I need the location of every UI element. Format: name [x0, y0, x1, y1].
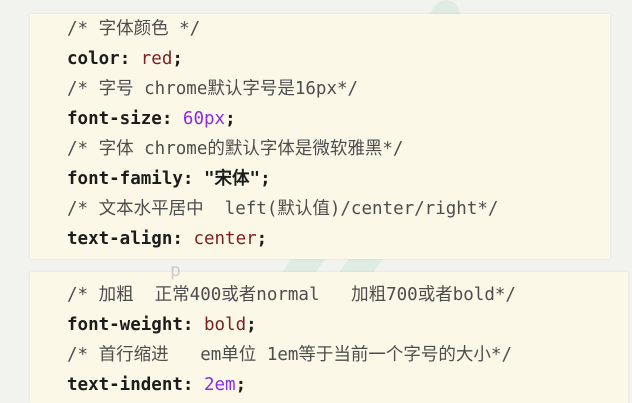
css-declaration-line: text-align: center;: [67, 224, 267, 254]
comment-text: /* 字号 chrome默认字号是16px*/: [67, 79, 359, 99]
comment-text: /* 文本水平居中 left(默认值)/center/right*/: [67, 199, 499, 219]
comment-text: /* 首行缩进 em单位 1em等于当前一个字号的大小*/: [67, 345, 513, 365]
css-property-value: "宋体": [203, 169, 261, 189]
code-comment-line: /* 加粗 正常400或者normal 加粗700或者bold*/: [67, 280, 516, 310]
semicolon: ;: [260, 169, 271, 189]
comment-text: /* 字体颜色 */: [67, 19, 201, 39]
css-property-name: font-family: [67, 169, 183, 189]
code-comment-line: /* 字号 chrome默认字号是16px*/: [67, 74, 358, 104]
css-declaration-line: font-family: "宋体";: [67, 164, 271, 194]
css-declaration-line: font-size: 60px;: [67, 104, 236, 134]
colon-separator: :: [161, 109, 183, 129]
css-declaration-line: font-weight: bold;: [67, 310, 257, 340]
comment-text: /* 加粗 正常400或者normal 加粗700或者bold*/: [67, 285, 516, 305]
css-property-value: 2em: [203, 375, 236, 395]
comment-text: /* 字体 chrome的默认字体是微软雅黑*/: [67, 139, 404, 159]
semicolon: ;: [256, 229, 268, 249]
colon-separator: :: [182, 315, 204, 335]
code-comment-line: /* 字体颜色 */: [67, 14, 200, 44]
code-comment-line: /* 首行缩进 em单位 1em等于当前一个字号的大小*/: [67, 340, 512, 370]
css-declaration-line: color: red;: [67, 44, 183, 74]
semicolon: ;: [246, 315, 257, 335]
colon-separator: :: [182, 375, 204, 395]
code-comment-line: /* 字体 chrome的默认字体是微软雅黑*/: [67, 134, 403, 164]
code-comment-line: /* 文本水平居中 left(默认值)/center/right*/: [67, 194, 498, 224]
colon-separator: :: [172, 229, 194, 249]
css-property-name: color: [67, 49, 120, 69]
semicolon: ;: [172, 49, 183, 69]
code-snippet-top: /* 字体颜色 */ color: red; /* 字号 chrome默认字号是16…: [30, 14, 610, 259]
css-property-value: 60px: [182, 109, 226, 129]
code-snippet-bottom: p /* 加粗 正常400或者normal 加粗700或者bold*/ font-…: [30, 260, 628, 403]
css-property-name: font-weight: [67, 315, 183, 335]
css-declaration-line: text-indent: 2em;: [67, 370, 246, 400]
clipped-glyph: p: [170, 260, 181, 281]
semicolon: ;: [225, 109, 236, 129]
css-property-name: text-align: [67, 229, 173, 249]
colon-separator: :: [119, 49, 141, 69]
colon-separator: :: [182, 169, 204, 189]
css-property-name: text-indent: [67, 375, 183, 395]
screenshot-stage: /* 字体颜色 */ color: red; /* 字号 chrome默认字号是16…: [0, 0, 632, 403]
semicolon: ;: [235, 375, 247, 395]
css-property-value: center: [193, 229, 257, 249]
css-property-value: bold: [203, 315, 247, 335]
css-property-value: red: [140, 49, 173, 69]
css-property-name: font-size: [67, 109, 162, 129]
